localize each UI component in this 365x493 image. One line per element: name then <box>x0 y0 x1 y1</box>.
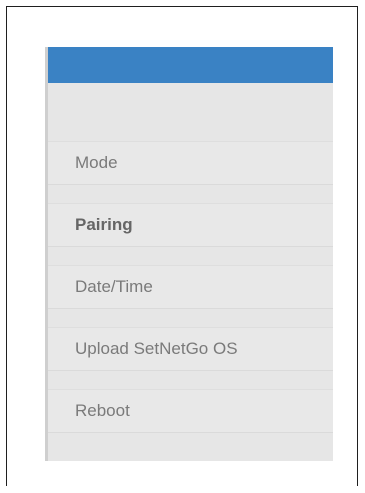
sidebar-item-label: Upload SetNetGo OS <box>75 339 238 358</box>
sidebar-item-label: Reboot <box>75 401 130 420</box>
sidebar-item-reboot[interactable]: Reboot <box>48 389 333 433</box>
sidebar-nav: Mode Pairing Date/Time Upload SetNetGo O… <box>45 47 333 461</box>
sidebar-item-label: Pairing <box>75 215 133 234</box>
sidebar-header-bar <box>48 47 333 83</box>
sidebar-item-mode[interactable]: Mode <box>48 141 333 185</box>
sidebar-item-label: Mode <box>75 153 118 172</box>
sidebar-item-date-time[interactable]: Date/Time <box>48 265 333 309</box>
sidebar-item-pairing[interactable]: Pairing <box>48 203 333 247</box>
sidebar-item-upload-os[interactable]: Upload SetNetGo OS <box>48 327 333 371</box>
sidebar-item-label: Date/Time <box>75 277 153 296</box>
